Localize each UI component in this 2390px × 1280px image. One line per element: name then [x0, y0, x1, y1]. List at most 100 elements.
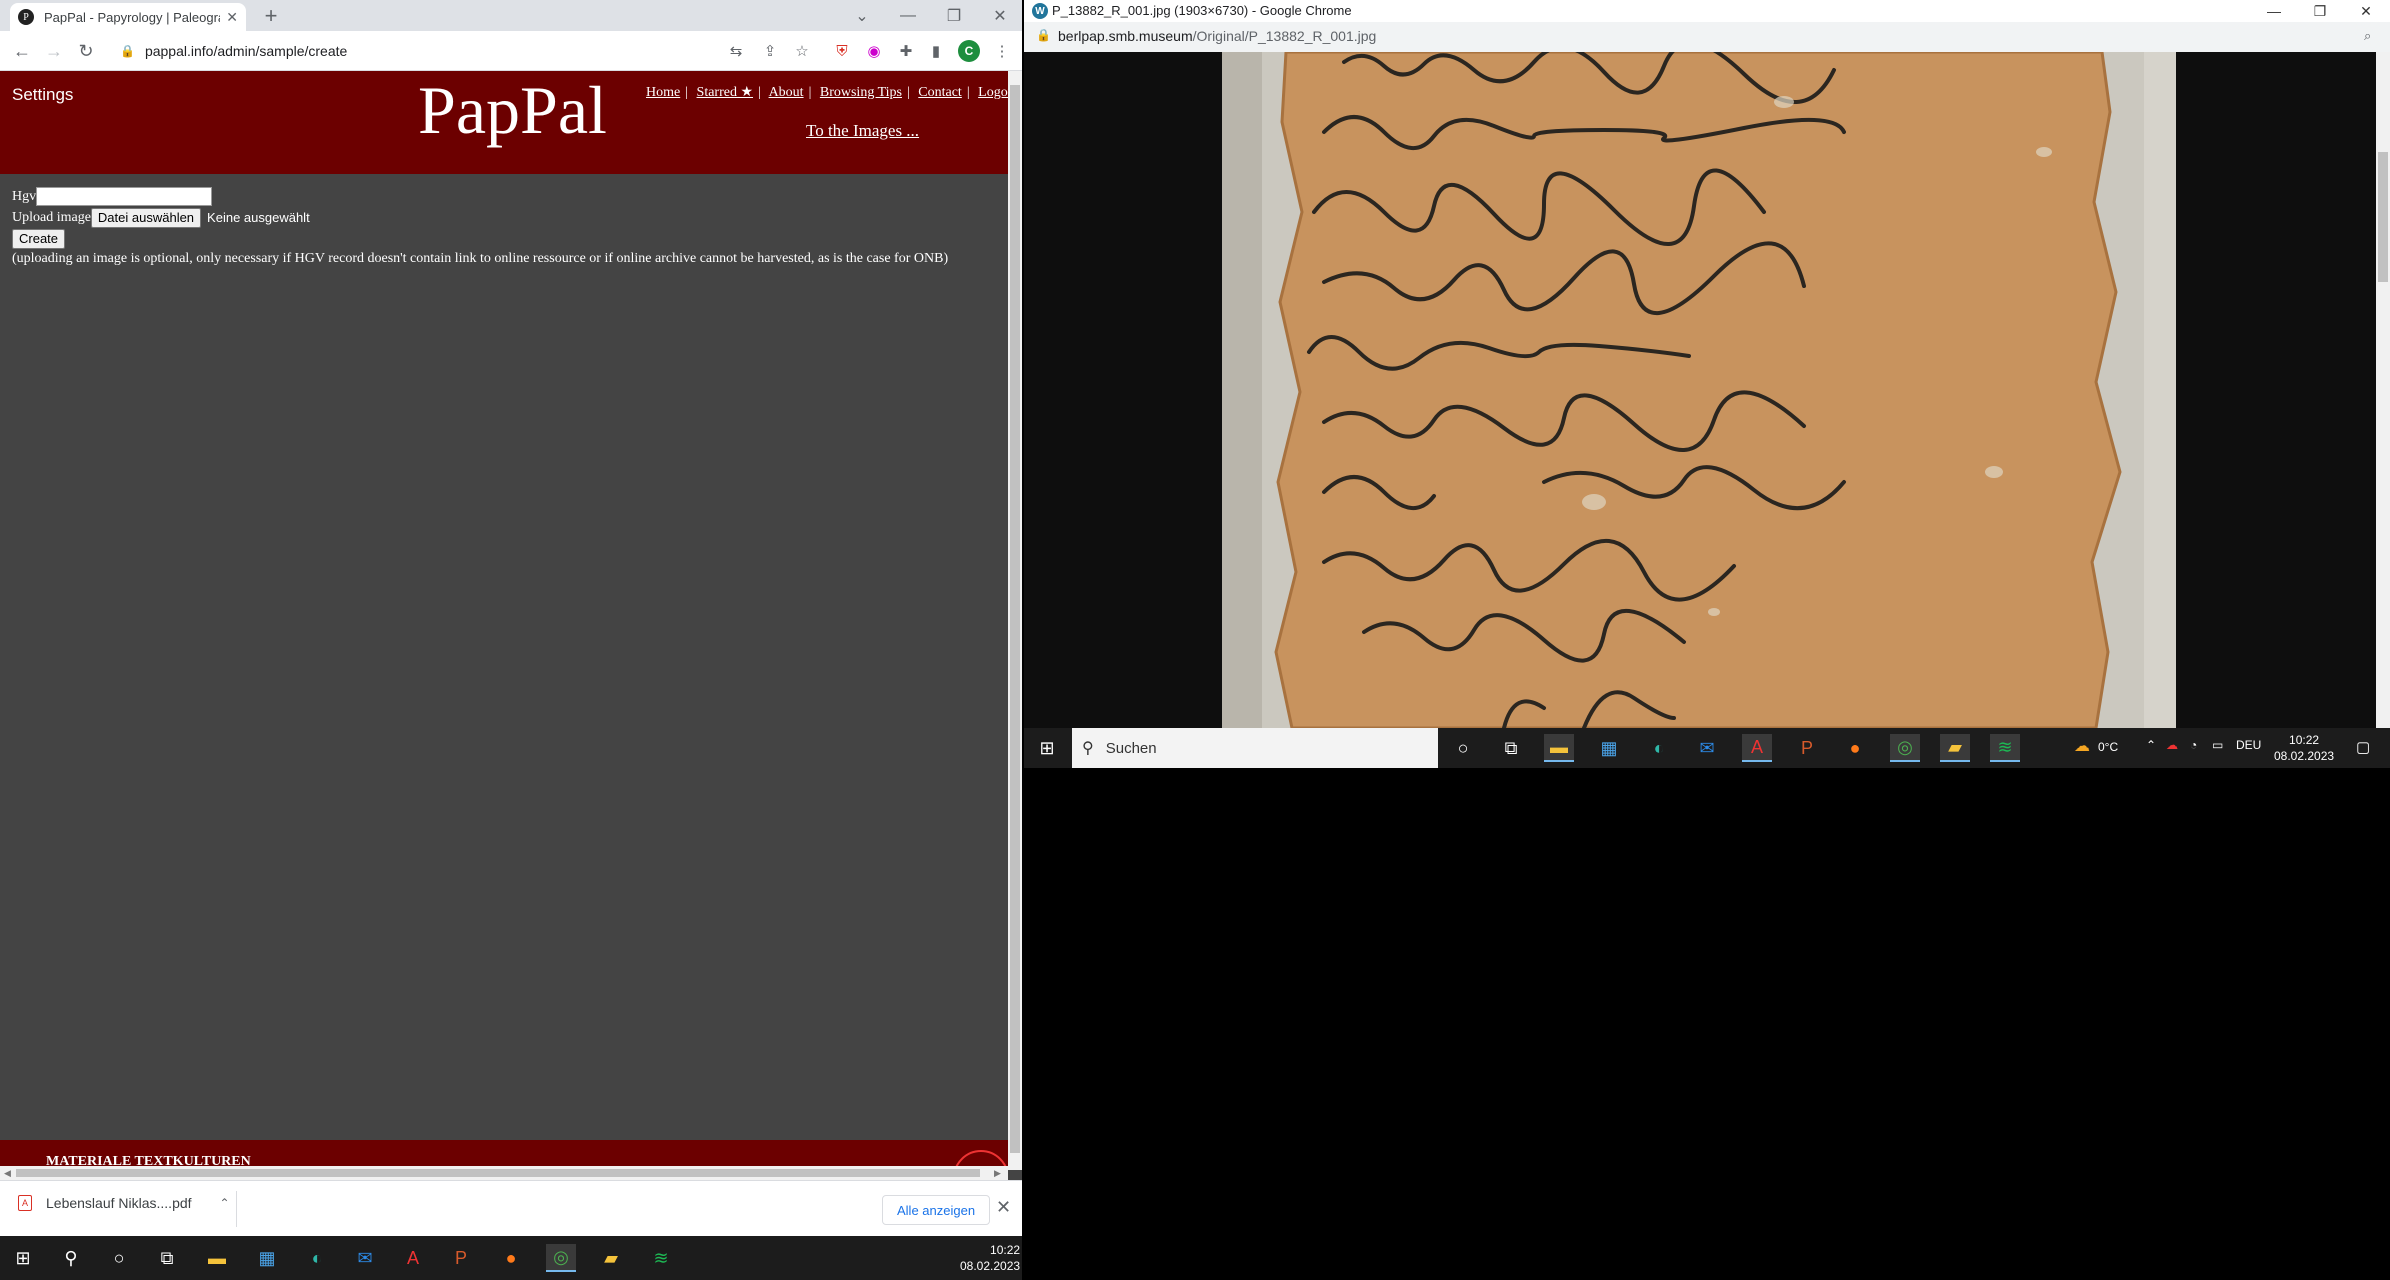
tab-strip: P PapPal - Papyrology | Paleography ✕ + …: [0, 0, 1022, 31]
tab-search-chevron-icon[interactable]: ⌄: [840, 0, 884, 31]
scroll-right-arrow-icon[interactable]: ▶: [994, 1168, 1001, 1179]
right-sticky-notes-icon[interactable]: ▰: [1940, 734, 1970, 762]
windows-start-icon[interactable]: ⊞: [8, 1244, 38, 1272]
task-view-icon[interactable]: ⧉: [152, 1244, 182, 1272]
network-alert-icon[interactable]: ☁: [2166, 738, 2178, 752]
edge-icon[interactable]: ◐: [302, 1244, 332, 1272]
vertical-scroll-thumb[interactable]: [1010, 85, 1020, 1153]
right-address-bar[interactable]: 🔒 berlpap.smb.museum/Original/P_13882_R_…: [1024, 22, 2390, 52]
horizontal-scroll-thumb[interactable]: [16, 1169, 980, 1177]
left-browser-window: P PapPal - Papyrology | Paleography ✕ + …: [0, 0, 1022, 1236]
right-minimize-icon[interactable]: —: [2252, 0, 2296, 22]
zoom-icon[interactable]: ⌕: [2364, 28, 2371, 44]
taskbar-search-box[interactable]: ⚲ Suchen: [1072, 728, 1438, 768]
firefox-icon[interactable]: ●: [496, 1244, 526, 1272]
close-window-icon[interactable]: ✕: [978, 0, 1022, 31]
right-firefox-icon[interactable]: ●: [1840, 734, 1870, 762]
chrome-icon[interactable]: ◎: [546, 1244, 576, 1272]
scroll-left-arrow-icon[interactable]: ◀: [4, 1168, 11, 1179]
powerpoint-icon[interactable]: P: [446, 1244, 476, 1272]
reload-icon[interactable]: ↻: [72, 37, 100, 65]
download-file-name: Lebenslauf Niklas....pdf: [46, 1195, 192, 1211]
right-edge-icon[interactable]: ◐: [1644, 734, 1674, 762]
language-indicator[interactable]: DEU: [2236, 738, 2261, 752]
cortana-circle-icon[interactable]: ○: [104, 1244, 134, 1272]
mail-icon[interactable]: ✉: [350, 1244, 380, 1272]
minimize-icon[interactable]: —: [886, 0, 930, 31]
viewer-scroll-thumb[interactable]: [2378, 152, 2388, 282]
wifi-icon[interactable]: ◔: [2190, 738, 2197, 752]
right-windows-start-icon[interactable]: ⊞: [1032, 734, 1062, 762]
translate-icon[interactable]: ⇆: [724, 39, 748, 63]
share-icon[interactable]: ⇪: [758, 39, 782, 63]
weather-icon[interactable]: ☁: [2074, 736, 2090, 756]
notification-center-icon[interactable]: ▢: [2356, 738, 2370, 756]
choose-file-button[interactable]: Datei auswählen: [90, 207, 202, 228]
right-ms-store-icon[interactable]: ▦: [1594, 734, 1624, 762]
right-clock[interactable]: 10:22 08.02.2023: [2274, 732, 2334, 764]
right-window-title: P_13882_R_001.jpg (1903×6730) - Google C…: [1052, 3, 1352, 18]
bookmark-star-icon[interactable]: ☆: [790, 39, 814, 63]
right-powerpoint-icon[interactable]: P: [1792, 734, 1822, 762]
hgv-label: Hgv: [12, 188, 37, 204]
right-spotify-icon[interactable]: ≋: [1990, 734, 2020, 762]
extension-shield-icon[interactable]: ⛨: [830, 39, 854, 63]
taskbar-left: ⊞ ⚲ ○ ⧉ ▬ ▦ ◐ ✉ A P ● ◎ ▰ ≋ 10:22 08.02.…: [0, 1236, 1022, 1280]
download-item[interactable]: A Lebenslauf Niklas....pdf ⌃: [18, 1195, 230, 1211]
show-all-downloads-button[interactable]: Alle anzeigen: [882, 1195, 991, 1225]
to-the-images-link[interactable]: To the Images ...: [806, 121, 919, 141]
extension-badge-icon[interactable]: ◉: [862, 39, 886, 63]
right-mail-icon[interactable]: ✉: [1692, 734, 1722, 762]
site-header: Settings PapPal Home | Starred ★ | About | …: [0, 71, 1019, 174]
tray-chevron-up-icon[interactable]: ⌃: [2146, 738, 2156, 752]
viewer-scrollbar[interactable]: [2376, 52, 2390, 728]
vertical-scrollbar[interactable]: [1008, 71, 1022, 1170]
weather-temp[interactable]: 0°C: [2098, 740, 2118, 754]
search-icon[interactable]: ⚲: [56, 1244, 86, 1272]
download-divider: [236, 1191, 237, 1227]
restore-icon[interactable]: ❐: [932, 0, 976, 31]
right-cortana-icon[interactable]: ○: [1448, 734, 1478, 762]
horizontal-scrollbar[interactable]: ◀ ▶: [0, 1166, 1008, 1180]
create-button[interactable]: Create: [12, 228, 66, 249]
papyrus-image[interactable]: [1024, 52, 2376, 728]
hgv-input[interactable]: [36, 187, 213, 206]
tab-close-icon[interactable]: ✕: [226, 9, 238, 26]
right-chrome-icon[interactable]: ◎: [1890, 734, 1920, 762]
right-close-icon[interactable]: ✕: [2344, 0, 2388, 22]
nav-home[interactable]: Home: [646, 85, 680, 100]
sticky-notes-icon[interactable]: ▰: [596, 1244, 626, 1272]
spotify-icon[interactable]: ≋: [646, 1244, 676, 1272]
nav-contact[interactable]: Contact: [918, 85, 962, 100]
right-acrobat-icon[interactable]: A: [1742, 734, 1772, 762]
forward-arrow-icon[interactable]: →: [40, 37, 68, 65]
right-restore-icon[interactable]: ❐: [2298, 0, 2342, 22]
new-tab-plus-icon[interactable]: +: [258, 3, 284, 29]
ms-store-icon[interactable]: ▦: [252, 1244, 282, 1272]
chevron-up-icon[interactable]: ⌃: [220, 1196, 230, 1210]
right-file-explorer-icon[interactable]: ▬: [1544, 734, 1574, 762]
nav-about[interactable]: About: [769, 85, 804, 100]
download-bar-close-icon[interactable]: ✕: [996, 1197, 1011, 1218]
menu-kebab-icon[interactable]: ⋮: [990, 39, 1014, 63]
site-logo[interactable]: PapPal: [418, 71, 607, 150]
nav-browsing-tips[interactable]: Browsing Tips: [820, 85, 902, 100]
right-address-url: berlpap.smb.museum/Original/P_13882_R_00…: [1058, 28, 1377, 44]
top-navigation: Home | Starred ★ | About | Browsing Tips | C…: [646, 85, 1019, 100]
settings-link[interactable]: Settings: [12, 85, 73, 105]
pdf-file-icon: A: [18, 1195, 32, 1211]
acrobat-icon[interactable]: A: [398, 1244, 428, 1272]
battery-icon[interactable]: ▭: [2212, 738, 2223, 752]
extensions-puzzle-icon[interactable]: ✚: [894, 39, 918, 63]
right-lock-icon: 🔒: [1036, 28, 1051, 42]
back-arrow-icon[interactable]: ←: [8, 37, 36, 65]
address-bar[interactable]: 🔒 pappal.info/admin/sample/create: [110, 36, 750, 66]
file-explorer-icon[interactable]: ▬: [202, 1244, 232, 1272]
clock-left[interactable]: 10:22 08.02.2023: [960, 1242, 1020, 1274]
nav-starred[interactable]: Starred ★: [697, 85, 753, 100]
tab-pappal[interactable]: P PapPal - Papyrology | Paleography ✕: [10, 3, 246, 31]
right-task-view-icon[interactable]: ⧉: [1496, 734, 1526, 762]
profile-avatar[interactable]: C: [958, 40, 980, 62]
create-sample-form: Hgv Upload image Datei auswählen Keine a…: [12, 186, 948, 267]
side-panel-icon[interactable]: ▮: [924, 39, 948, 63]
